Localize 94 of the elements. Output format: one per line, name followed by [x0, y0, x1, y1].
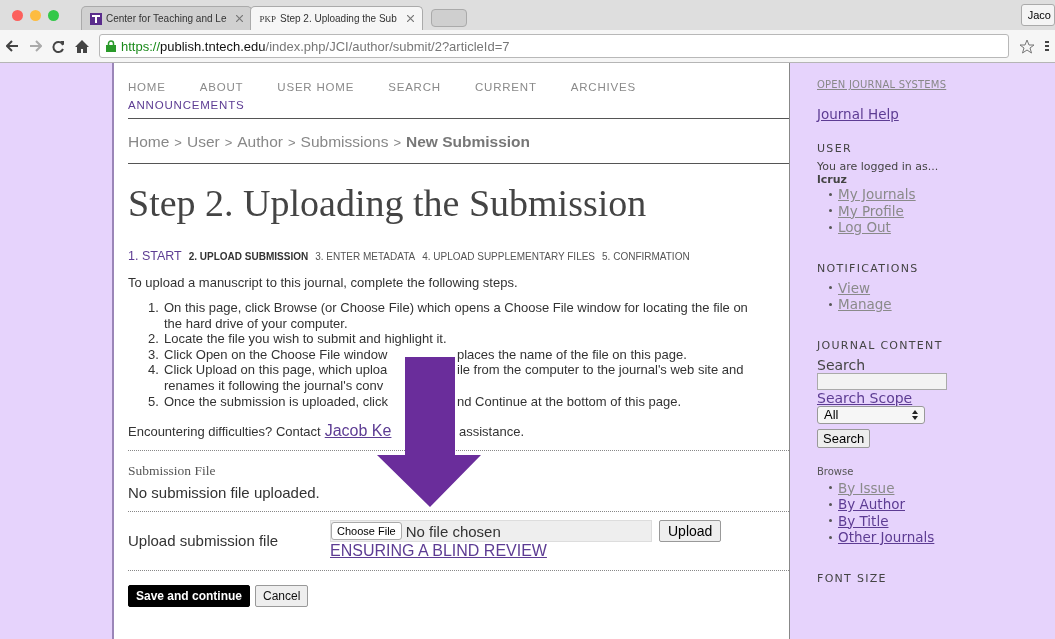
step-label: 5. CONFIRMATION — [602, 251, 690, 262]
favicon-icon — [90, 12, 102, 25]
breadcrumb-separator: > — [287, 135, 296, 150]
breadcrumb-separator: > — [393, 135, 401, 150]
instruction-text: Click Open on the Choose File window — [164, 346, 388, 362]
close-window-icon[interactable] — [12, 9, 23, 21]
nav-link[interactable]: SEARCH — [388, 81, 441, 93]
back-icon[interactable] — [6, 40, 19, 52]
browser-tab[interactable]: Center for Teaching and Le — [81, 6, 253, 30]
profile-button[interactable]: Jaco — [1020, 4, 1055, 26]
bullet-icon — [829, 209, 832, 213]
nav-link[interactable]: USER HOME — [277, 81, 355, 93]
browse-link[interactable]: By Title — [838, 512, 889, 529]
nav-link[interactable]: ARCHIVES — [570, 81, 636, 93]
section-heading: Submission File — [128, 463, 217, 480]
star-icon[interactable] — [1019, 38, 1035, 54]
step-number: 5. — [148, 393, 160, 410]
close-icon[interactable] — [236, 15, 244, 22]
bullet-icon — [829, 192, 832, 196]
url-text: https://publish.tntech.edu/index.php/JCI/author/submit/2?articleId=7 — [121, 38, 510, 54]
instruction-text: Click Upload on this page, which uploa — [164, 362, 388, 378]
instruction-text: places the name of the file on this page. — [457, 346, 687, 363]
bullet-icon — [829, 502, 832, 506]
instruction-text: Once the submission is uploaded, click — [164, 393, 388, 409]
sidebar-heading: JOURNAL CONTENT — [817, 338, 944, 352]
new-tab-button[interactable] — [430, 9, 467, 27]
save-button[interactable]: Save and continue — [128, 585, 251, 608]
forward-icon[interactable] — [29, 40, 42, 52]
updown-caret-icon — [912, 409, 918, 420]
breadcrumb-separator: > — [224, 135, 233, 150]
blind-review-link[interactable]: ENSURING A BLIND REVIEW — [330, 542, 722, 561]
instruction-text: ile from the computer to the journal's web site and — [457, 362, 744, 378]
bullet-icon — [829, 535, 832, 539]
instruction-text: Locate the file you wish to submit and highlight it. — [164, 331, 447, 347]
choose-file-button[interactable]: Choose File — [331, 522, 402, 541]
page-title: Step 2. Uploading the Submission — [128, 181, 648, 225]
nav-link[interactable]: HOME — [128, 81, 166, 93]
step-label: 2. UPLOAD SUBMISSION — [188, 251, 309, 262]
reload-icon[interactable] — [52, 39, 65, 53]
search-label: Search — [817, 356, 867, 373]
browse-heading: Browse — [817, 465, 855, 477]
favicon-logo: PKP — [259, 13, 276, 24]
field-label: Upload submission file — [128, 531, 280, 549]
breadcrumb-link[interactable]: Submissions — [300, 133, 389, 151]
search-button[interactable]: Search — [817, 428, 871, 448]
username-text: lcruz — [817, 173, 848, 186]
sidebar-heading: FONT SIZE — [817, 571, 888, 585]
bullet-icon — [829, 519, 832, 523]
search-field[interactable] — [817, 372, 947, 390]
breadcrumb-separator: > — [174, 135, 182, 150]
close-icon[interactable] — [406, 15, 414, 22]
sidebar-heading: NOTIFICATIONS — [817, 261, 920, 275]
home-icon[interactable] — [75, 39, 89, 53]
help-text: assistance. — [459, 424, 525, 440]
login-text: You are logged in as... — [817, 160, 940, 173]
instruction-text: renames it following the journal's conv — [164, 377, 384, 393]
bullet-icon — [829, 286, 832, 290]
nav-link[interactable]: CURRENT — [474, 81, 537, 93]
journal-help-link[interactable]: Journal Help — [817, 106, 899, 122]
maximize-window-icon[interactable] — [48, 9, 59, 21]
browse-link[interactable]: Other Journals — [838, 529, 935, 546]
step-number: 1. — [148, 300, 160, 317]
bullet-icon — [829, 302, 832, 306]
breadcrumb-link[interactable]: User — [186, 133, 220, 151]
step-number: 3. — [148, 346, 160, 363]
instruction-text: On this page, click Browse (or Choose File) which opens a Choose File window for locating the file on the hard drive of your computer. — [164, 300, 749, 332]
breadcrumb-link[interactable]: Home — [128, 133, 170, 151]
sidebar-heading: USER — [817, 142, 853, 155]
step-link[interactable]: 1. START — [128, 249, 182, 263]
file-input[interactable]: Choose File No file chosen — [330, 520, 652, 543]
breadcrumb-current: New Submission — [406, 133, 531, 151]
file-name-text: No file chosen — [405, 522, 501, 540]
bullet-icon — [829, 225, 832, 229]
menu-icon[interactable] — [1045, 40, 1049, 52]
step-label: 4. UPLOAD SUPPLEMENTARY FILES — [422, 251, 596, 262]
instruction-text: nd Continue at the bottom of this page. — [457, 393, 682, 410]
cancel-button[interactable]: Cancel — [255, 585, 309, 608]
nav-link[interactable]: ANNOUNCEMENTS — [128, 99, 245, 111]
bullet-icon — [829, 486, 832, 490]
intro-text: To upload a manuscript to this journal, complete the following steps. — [128, 275, 519, 290]
browser-tab[interactable]: PKP Step 2. Uploading the Sub — [250, 6, 423, 30]
help-text: Encountering difficulties? Contact — [128, 424, 321, 440]
address-bar[interactable]: https://publish.tntech.edu/index.php/JCI/author/submit/2?articleId=7 — [99, 34, 1009, 58]
nav-link[interactable]: ABOUT — [199, 81, 244, 93]
lock-icon — [106, 40, 116, 52]
upload-button[interactable]: Upload — [659, 520, 722, 543]
contact-link[interactable]: Jacob Ke — [324, 422, 392, 441]
browse-link[interactable]: By Author — [838, 496, 905, 513]
search-scope-label[interactable]: Search Scope — [817, 389, 913, 406]
step-label: 3. ENTER METADATA — [315, 251, 416, 262]
step-number: 4. — [148, 362, 160, 380]
scope-select[interactable]: All — [817, 405, 925, 424]
breadcrumb-link[interactable]: Author — [237, 133, 283, 151]
step-number: 2. — [148, 331, 160, 347]
